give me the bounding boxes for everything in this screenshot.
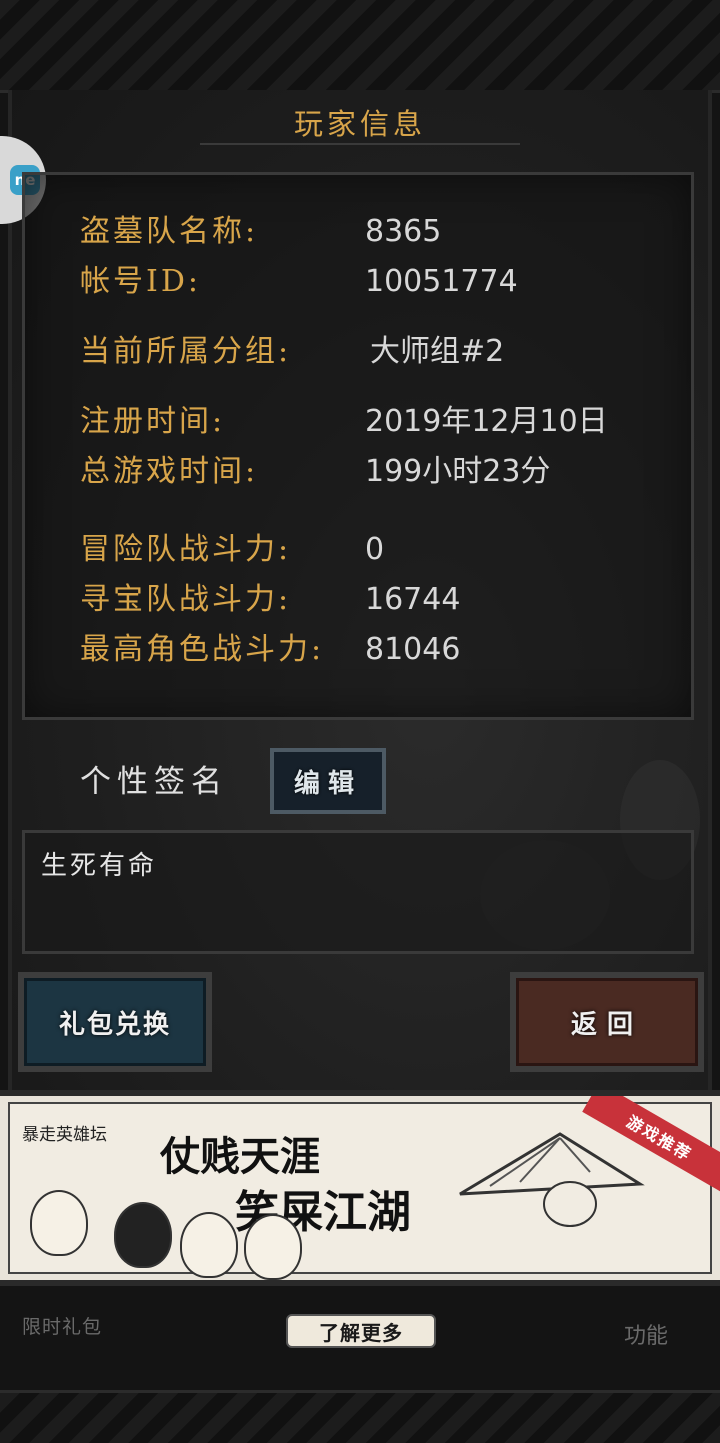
back-button[interactable]: 返回 [510,972,704,1072]
info-label: 当前所属分组: [80,334,292,369]
info-row-top-character-power: 最高角色战斗力: [80,630,324,670]
info-row-account-id: 帐号ID: [80,262,201,302]
info-label: 总游戏时间: [80,454,259,489]
ad-banner[interactable]: 暴走英雄坛 仗贱天涯 笑屎江湖 游戏推荐 [0,1090,720,1286]
ad-characters-illustration [30,1184,330,1280]
info-value: 大师组#2 [370,334,505,369]
ad-banner-inner: 暴走英雄坛 仗贱天涯 笑屎江湖 游戏推荐 [8,1096,720,1280]
character-face-icon [114,1202,172,1268]
learn-more-label: 了解更多 [319,1320,403,1345]
edit-signature-button[interactable]: 编辑 [270,748,386,814]
bottom-decor-strip [0,1390,720,1443]
character-face-icon [180,1212,238,1278]
straw-hat-warrior-icon [459,1132,645,1227]
character-face-icon [244,1214,302,1280]
limited-gift-button[interactable]: 限时礼包 [22,1312,102,1339]
info-value: 199小时23分 [365,454,551,489]
ad-forum-logo: 暴走英雄坛 [22,1125,107,1145]
title-bar: 玩家信息 [200,95,520,145]
info-label: 注册时间: [80,404,226,439]
info-row-register-time: 注册时间: [80,402,225,442]
info-row-group: 当前所属分组: [80,332,291,372]
gift-exchange-button[interactable]: 礼包兑换 [18,972,212,1072]
top-decor-strip [0,0,720,93]
info-row-adventure-power: 冒险队战斗力: [80,530,291,570]
info-row-treasure-power: 寻宝队战斗力: [80,580,291,620]
info-value: 81046 [365,632,461,667]
info-value: 0 [365,532,385,567]
info-value: 8365 [365,214,442,249]
info-label: 盗墓队名称: [80,214,259,249]
info-label: 最高角色战斗力: [80,632,325,667]
signature-text: 生死有命 [41,851,158,881]
character-face-icon [30,1190,88,1256]
gift-exchange-label: 礼包兑换 [58,1009,171,1040]
back-label: 返回 [570,1009,643,1040]
info-row-team-name: 盗墓队名称: [80,212,258,252]
signature-label: 个性签名 [80,764,228,800]
function-button[interactable]: 功能 [624,1318,668,1350]
info-row-play-time: 总游戏时间: [80,452,258,492]
signature-box[interactable]: 生死有命 [22,830,694,954]
page-title: 玩家信息 [293,107,426,141]
info-value: 16744 [365,582,461,617]
info-value: 2019年12月10日 [365,404,608,439]
info-label: 冒险队战斗力: [80,532,292,567]
info-label: 帐号ID: [80,264,202,299]
info-label: 寻宝队战斗力: [80,582,292,617]
info-value: 10051774 [365,264,518,299]
edit-button-label: 编辑 [293,768,362,799]
ad-headline-1: 仗贱天涯 [160,1133,320,1180]
learn-more-button[interactable]: 了解更多 [286,1314,436,1348]
